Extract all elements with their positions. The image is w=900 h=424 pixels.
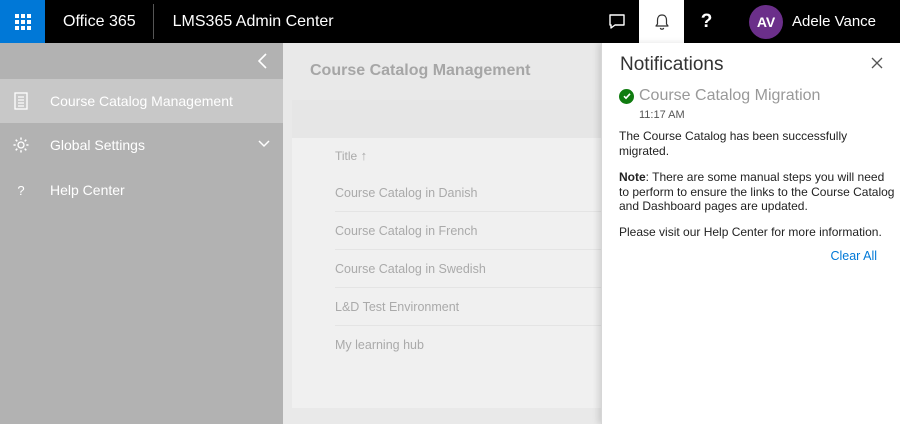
top-bar: Office 365 LMS365 Admin Center ? AV Adel…: [0, 0, 900, 43]
table-row[interactable]: Course Catalog in French: [335, 212, 605, 250]
notification-time: 11:17 AM: [639, 109, 685, 121]
app-launcher-button[interactable]: [0, 0, 45, 43]
notification-footer: Please visit our Help Center for more in…: [619, 225, 882, 239]
close-panel-button[interactable]: [869, 55, 885, 71]
user-name: Adele Vance: [792, 13, 876, 30]
note-label: Note: [619, 170, 646, 184]
help-icon: ?: [17, 182, 25, 198]
notification-header: Course Catalog Migration: [619, 87, 820, 105]
notification-message: The Course Catalog has been successfully…: [619, 129, 848, 158]
sidebar-item-label: Course Catalog Management: [50, 93, 233, 109]
page-title: Course Catalog Management: [310, 62, 531, 79]
sidebar-item-help-center[interactable]: ? Help Center: [0, 168, 283, 212]
sort-ascending-icon: ↑: [360, 148, 368, 163]
catalog-table: Title ↑ Course Catalog in Danish Course …: [292, 100, 612, 408]
table-row[interactable]: My learning hub: [335, 326, 605, 364]
chevron-left-icon: [257, 53, 267, 69]
catalog-icon: [11, 91, 31, 111]
bell-icon: [654, 13, 669, 30]
close-icon: [871, 57, 883, 69]
gear-icon: [11, 135, 31, 155]
brand-link[interactable]: Office 365: [45, 0, 153, 43]
notifications-panel: Notifications Course Catalog Migration 1…: [601, 43, 900, 424]
column-header-label: Title: [335, 149, 358, 163]
notification-note: Note: There are some manual steps you wi…: [619, 170, 895, 214]
clear-all-link[interactable]: Clear All: [830, 249, 877, 263]
chevron-down-icon: [258, 140, 270, 148]
note-text: : There are some manual steps you will n…: [619, 170, 895, 213]
help-button[interactable]: ?: [684, 0, 729, 43]
success-check-icon: [619, 88, 634, 104]
notifications-button[interactable]: [639, 0, 685, 43]
table-toolbar: [292, 100, 612, 138]
notification-title: Course Catalog Migration: [639, 87, 821, 104]
feedback-button[interactable]: [594, 0, 639, 43]
table-row[interactable]: Course Catalog in Danish: [335, 174, 605, 212]
panel-title: Notifications: [620, 54, 724, 75]
collapse-sidebar-button[interactable]: [253, 51, 273, 71]
table-row[interactable]: L&D Test Environment: [335, 288, 605, 326]
help-icon: ?: [700, 10, 713, 32]
app-title[interactable]: LMS365 Admin Center: [154, 0, 334, 43]
sidebar-item-global-settings[interactable]: Global Settings: [0, 123, 283, 167]
sidebar: Course Catalog Management Global Setting…: [0, 43, 283, 424]
waffle-icon: [14, 13, 31, 30]
chat-icon: [608, 13, 625, 29]
avatar: AV: [749, 4, 784, 39]
sidebar-item-label: Global Settings: [50, 137, 145, 153]
sidebar-item-label: Help Center: [50, 182, 125, 198]
sidebar-item-course-catalog-management[interactable]: Course Catalog Management: [0, 79, 283, 123]
user-menu[interactable]: AV Adele Vance: [729, 0, 900, 43]
table-row[interactable]: Course Catalog in Swedish: [335, 250, 605, 288]
column-header-title[interactable]: Title ↑: [335, 148, 367, 163]
